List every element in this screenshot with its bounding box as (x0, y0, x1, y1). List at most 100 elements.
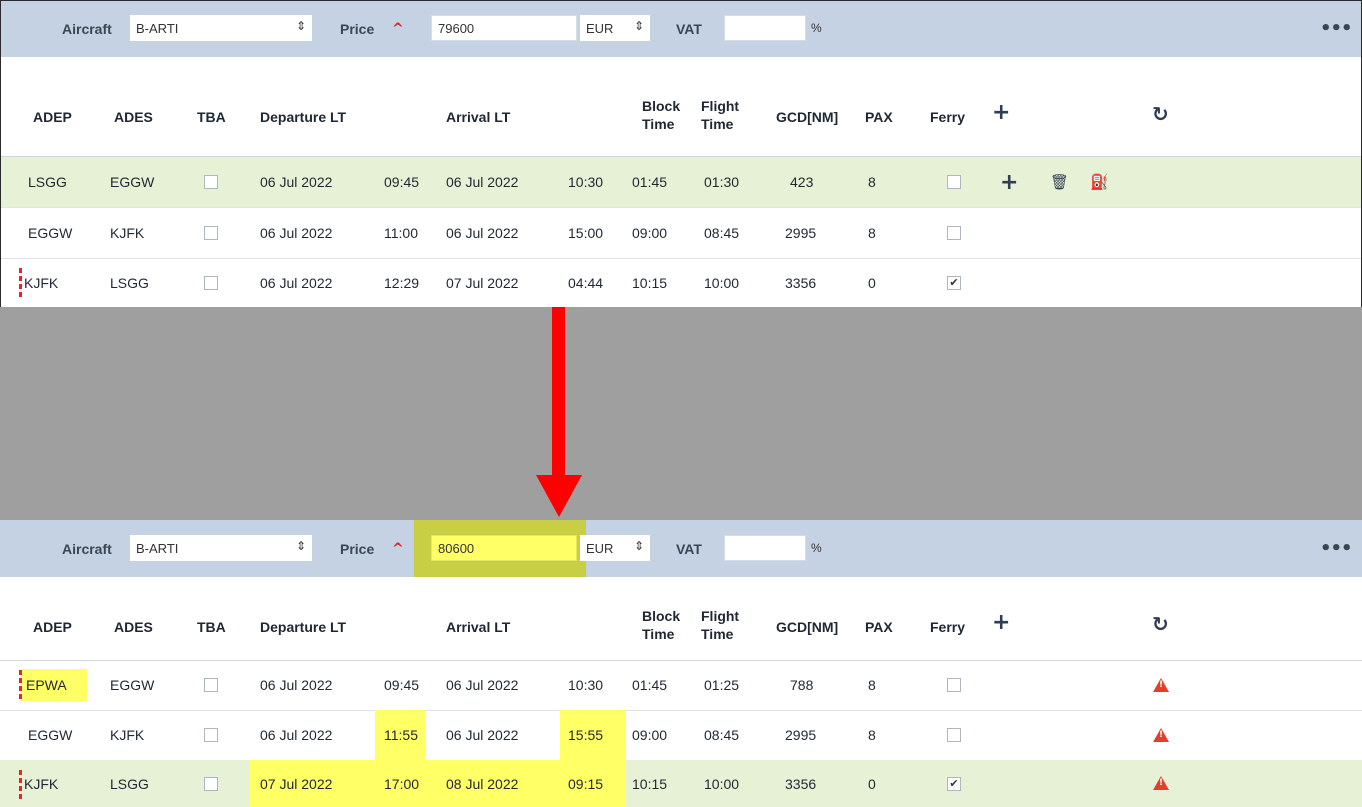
cell-dep-date[interactable]: 06 Jul 2022 (260, 157, 332, 207)
cell-arr-date[interactable]: 06 Jul 2022 (446, 710, 518, 760)
cell-dep-date[interactable]: 07 Jul 2022 (260, 760, 332, 807)
arrow-down-icon (536, 475, 582, 517)
error-marker (19, 770, 22, 800)
quote-toolbar: Aircraft B-ARTI ⇕ Price ^ 79600 EUR ⇕ VA… (0, 0, 1362, 57)
price-input[interactable]: 79600 (431, 15, 577, 41)
refresh-icon[interactable]: ↻ (1152, 104, 1169, 124)
vat-label: VAT (676, 540, 702, 557)
trash-icon[interactable]: 🗑 (1050, 157, 1069, 207)
price-expand-icon[interactable]: ^ (392, 0, 404, 57)
vat-input[interactable]: % (724, 15, 822, 41)
cell-arr-time[interactable]: 04:44 (568, 258, 603, 308)
cell-dep-time[interactable]: 11:00 (384, 208, 418, 258)
vat-input[interactable]: % (724, 535, 822, 561)
table-row[interactable]: EGGW KJFK 06 Jul 2022 11:55 06 Jul 2022 … (0, 710, 1362, 761)
ellipsis-icon[interactable]: ••• (1320, 0, 1353, 57)
col-gcd: GCD[NM] (776, 109, 839, 125)
cell-adep[interactable]: LSGG (28, 157, 67, 207)
error-marker (19, 670, 22, 700)
cell-flight: 10:00 (704, 775, 740, 792)
add-leg-icon[interactable]: + (992, 612, 1010, 634)
ferry-checkbox[interactable] (947, 728, 961, 742)
warning-icon[interactable]: ! (1153, 728, 1169, 742)
fuel-icon[interactable]: ⛽ (1090, 157, 1109, 207)
price-expand-icon[interactable]: ^ (392, 520, 404, 577)
price-label: Price (340, 20, 375, 37)
cell-dep-date[interactable]: 06 Jul 2022 (260, 710, 332, 760)
add-leg-icon[interactable]: + (1000, 157, 1018, 207)
col-arrival: Arrival LT (446, 109, 511, 125)
cell-arr-date[interactable]: 06 Jul 2022 (446, 660, 518, 710)
cell-pax[interactable]: 8 (868, 710, 876, 760)
cell-arr-date[interactable]: 06 Jul 2022 (446, 208, 518, 258)
tba-checkbox[interactable] (204, 678, 218, 692)
cell-dep-time[interactable]: 11:55 (384, 710, 418, 760)
refresh-icon[interactable]: ↻ (1152, 614, 1169, 634)
cell-pax[interactable]: 8 (868, 157, 876, 207)
currency-value: EUR (586, 20, 614, 36)
cell-adep[interactable]: EPWA (26, 660, 67, 710)
col-departure: Departure LT (260, 619, 347, 635)
tba-checkbox[interactable] (204, 777, 218, 791)
vat-unit: % (811, 541, 822, 555)
tba-checkbox[interactable] (204, 276, 218, 290)
cell-pax[interactable]: 0 (868, 258, 876, 308)
tba-checkbox[interactable] (204, 728, 218, 742)
table-row[interactable]: KJFK LSGG 06 Jul 2022 12:29 07 Jul 2022 … (0, 258, 1362, 308)
cell-dep-date[interactable]: 06 Jul 2022 (260, 660, 332, 710)
table-row[interactable]: LSGG EGGW 06 Jul 2022 09:45 06 Jul 2022 … (0, 157, 1362, 208)
tba-checkbox[interactable] (204, 226, 218, 240)
cell-ades[interactable]: EGGW (110, 660, 154, 710)
cell-arr-time[interactable]: 09:15 (568, 760, 603, 807)
cell-arr-time[interactable]: 15:55 (568, 710, 603, 760)
price-value: 80600 (438, 540, 475, 556)
col-pax: PAX (865, 109, 893, 125)
cell-pax[interactable]: 8 (868, 208, 876, 258)
ferry-checkbox-checked[interactable]: ✔ (947, 276, 961, 290)
cell-dep-time[interactable]: 12:29 (384, 258, 419, 308)
add-leg-icon[interactable]: + (992, 102, 1010, 124)
aircraft-select[interactable]: B-ARTI ⇕ (130, 15, 312, 41)
table-row[interactable]: KJFK LSGG 07 Jul 2022 17:00 08 Jul 2022 … (0, 760, 1362, 807)
ferry-checkbox-checked[interactable]: ✔ (947, 777, 961, 791)
cell-pax[interactable]: 8 (868, 660, 876, 710)
ellipsis-icon[interactable]: ••• (1320, 520, 1353, 577)
cell-ades[interactable]: EGGW (110, 157, 154, 207)
cell-adep[interactable]: EGGW (28, 208, 72, 258)
currency-select[interactable]: EUR ⇕ (580, 15, 650, 41)
cell-dep-time[interactable]: 09:45 (384, 660, 419, 710)
cell-ades[interactable]: LSGG (110, 760, 149, 807)
ferry-checkbox[interactable] (947, 226, 961, 240)
table-header: ADEP ADES TBA Departure LT Arrival LT Bl… (0, 86, 1362, 157)
cell-adep[interactable]: EGGW (28, 710, 72, 760)
ferry-checkbox[interactable] (947, 678, 961, 692)
tba-checkbox[interactable] (204, 175, 218, 189)
cell-pax[interactable]: 0 (868, 760, 876, 807)
ferry-checkbox[interactable] (947, 175, 961, 189)
warning-icon[interactable]: ! (1153, 678, 1169, 692)
cell-arr-date[interactable]: 06 Jul 2022 (446, 157, 518, 207)
cell-adep[interactable]: KJFK (24, 760, 58, 807)
cell-adep[interactable]: KJFK (24, 258, 58, 308)
cell-ades[interactable]: LSGG (110, 258, 149, 308)
price-input[interactable]: 80600 (431, 535, 577, 561)
aircraft-label: Aircraft (62, 540, 112, 557)
cell-arr-time[interactable]: 15:00 (568, 208, 603, 258)
cell-gcd: 3356 (785, 275, 817, 291)
currency-select[interactable]: EUR ⇕ (580, 535, 650, 561)
cell-dep-time[interactable]: 17:00 (384, 760, 419, 807)
aircraft-label: Aircraft (62, 20, 112, 37)
cell-arr-date[interactable]: 07 Jul 2022 (446, 258, 518, 308)
cell-arr-date[interactable]: 08 Jul 2022 (446, 760, 518, 807)
warning-icon[interactable]: ! (1153, 776, 1169, 790)
table-row[interactable]: EPWA EGGW 06 Jul 2022 09:45 06 Jul 2022 … (0, 660, 1362, 711)
aircraft-select[interactable]: B-ARTI ⇕ (130, 535, 312, 561)
cell-arr-time[interactable]: 10:30 (568, 157, 603, 207)
cell-dep-time[interactable]: 09:45 (384, 157, 419, 207)
cell-arr-time[interactable]: 10:30 (568, 660, 603, 710)
cell-dep-date[interactable]: 06 Jul 2022 (260, 258, 332, 308)
cell-ades[interactable]: KJFK (110, 710, 144, 760)
table-row[interactable]: EGGW KJFK 06 Jul 2022 11:00 06 Jul 2022 … (0, 208, 1362, 259)
cell-ades[interactable]: KJFK (110, 208, 144, 258)
cell-dep-date[interactable]: 06 Jul 2022 (260, 208, 332, 258)
